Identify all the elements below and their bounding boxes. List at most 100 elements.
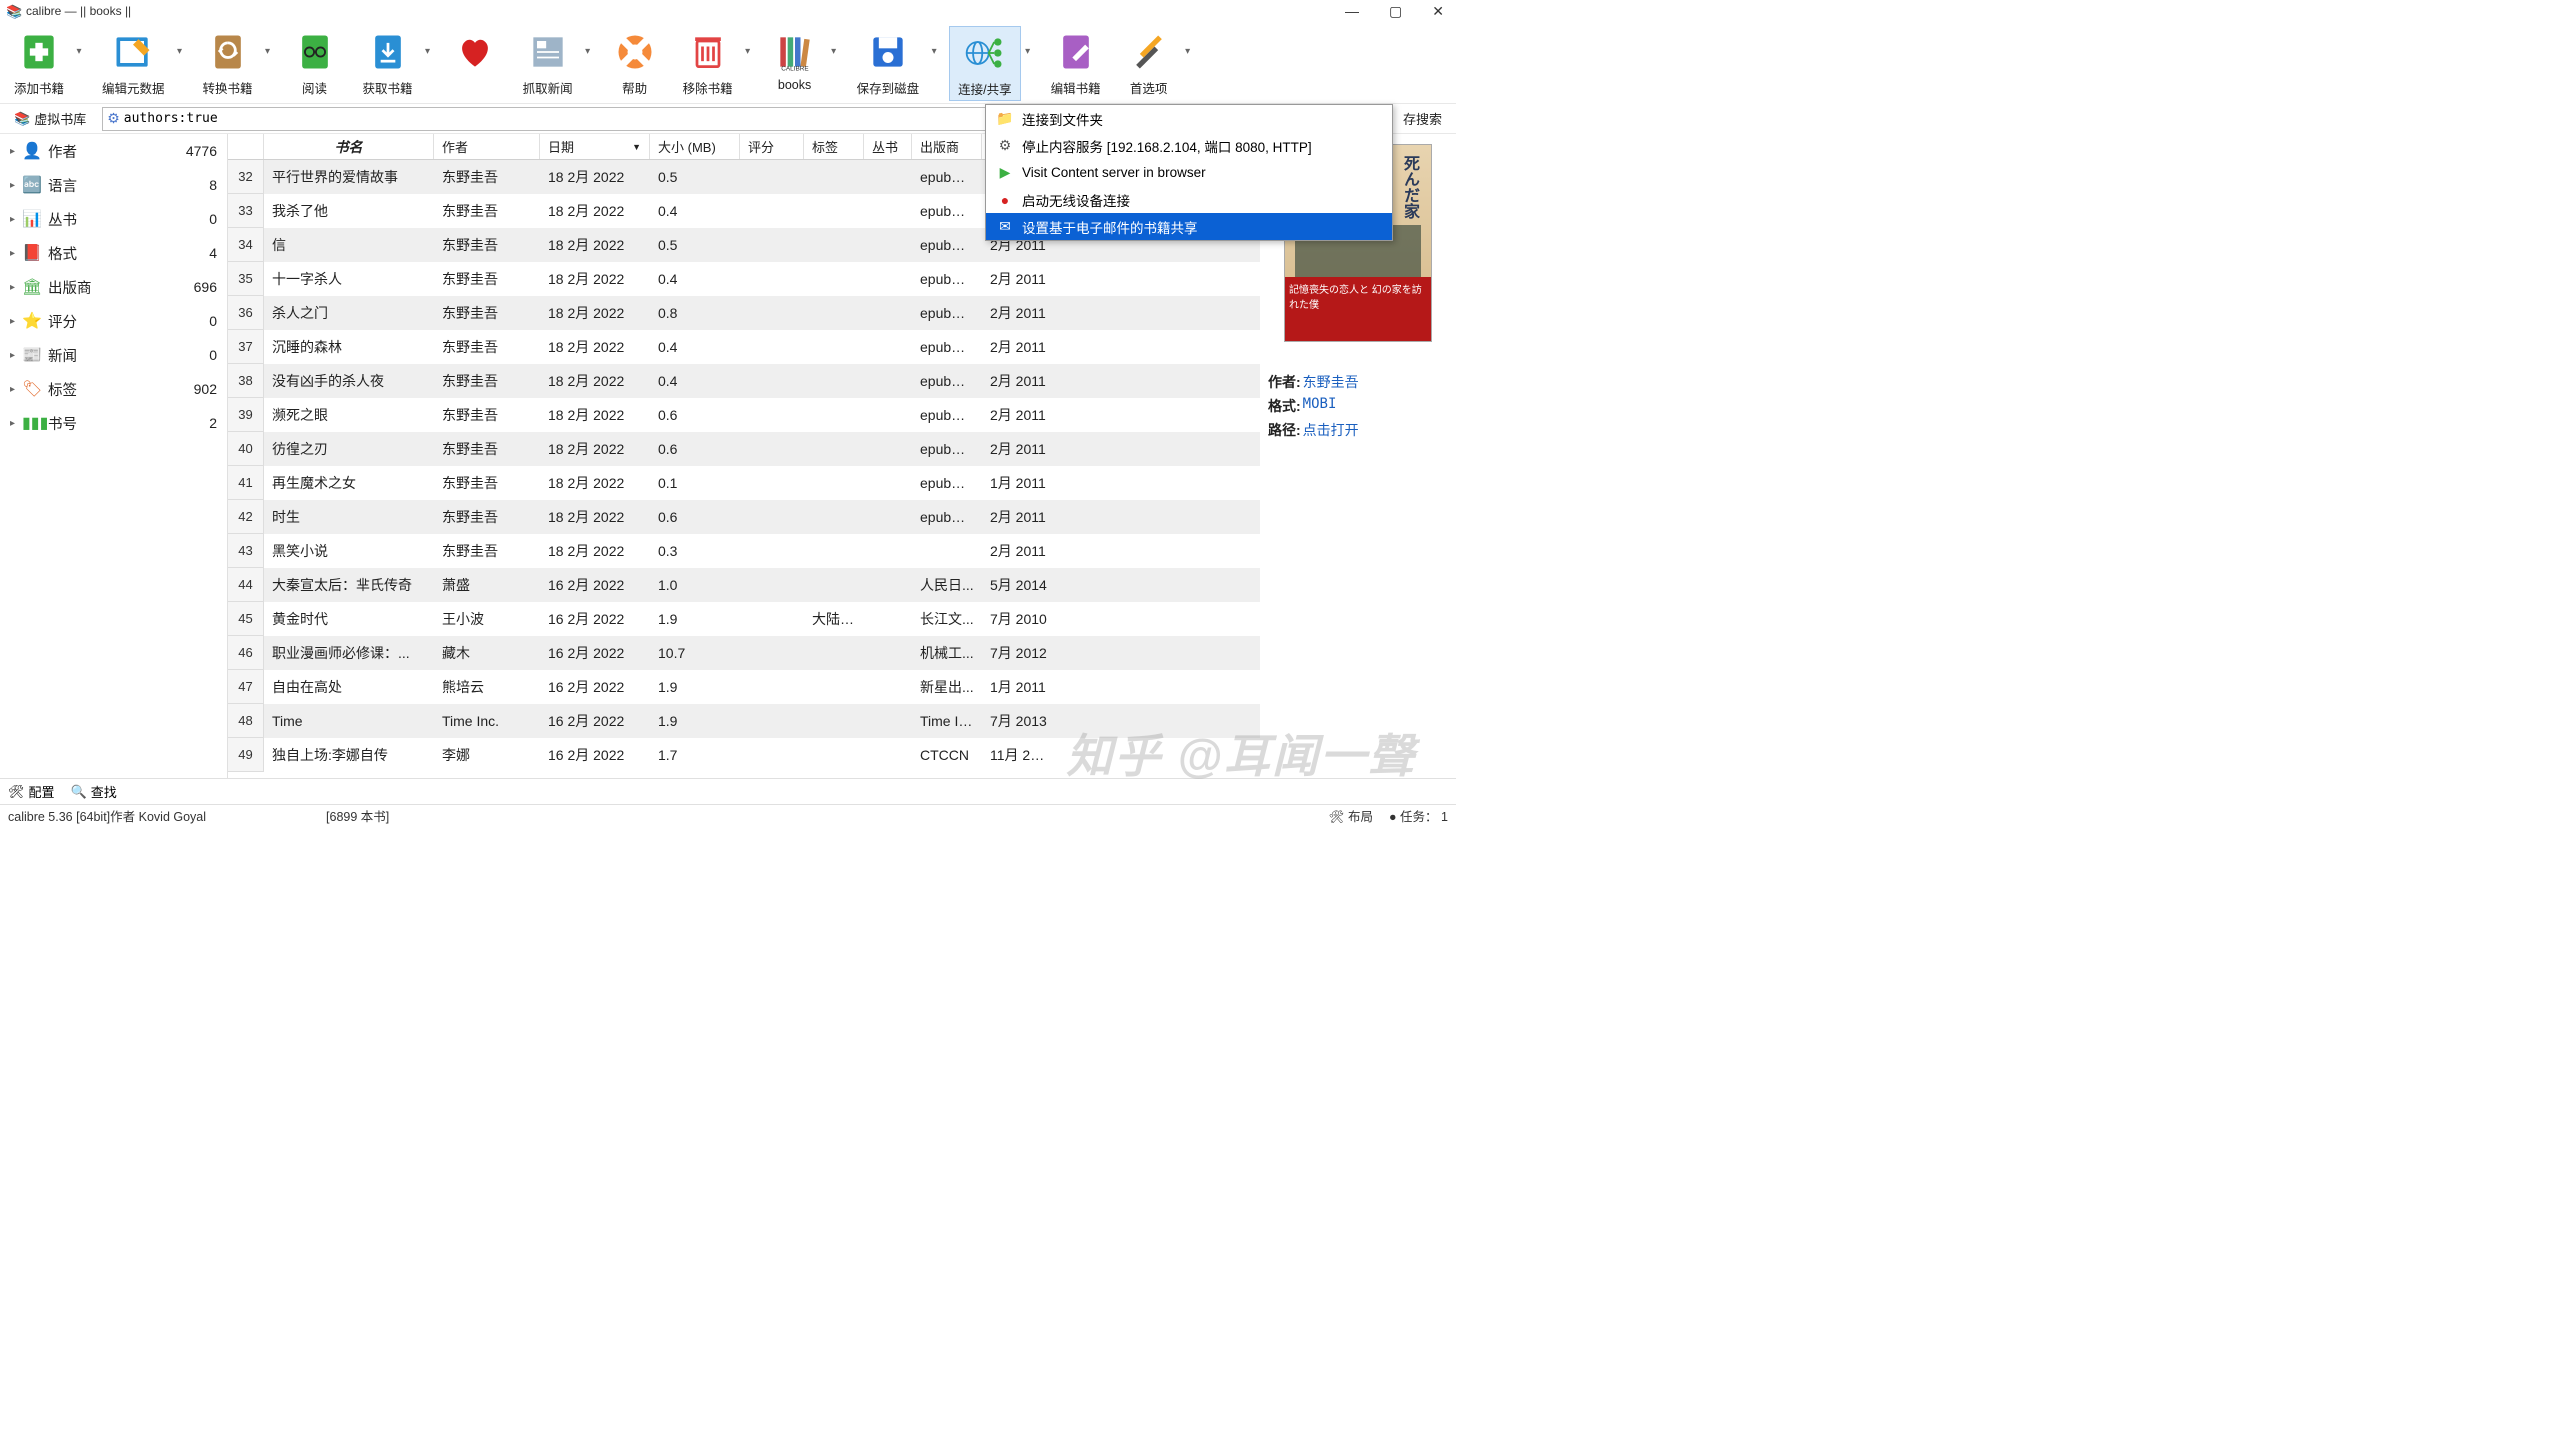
cell-size: 0.5	[650, 237, 740, 253]
cell-date: 16 2月 2022	[540, 575, 650, 595]
expand-icon[interactable]: ▸	[10, 146, 22, 157]
toolbar-移除书籍[interactable]: 移除书籍	[675, 26, 741, 99]
tag-browser-出版商[interactable]: ▸🏛出版商696	[0, 270, 227, 304]
table-row[interactable]: 36杀人之门东野圭吾18 2月 20220.8epub掌...2月 2011	[228, 296, 1260, 330]
column-date[interactable]: 日期▼	[540, 134, 650, 159]
expand-icon[interactable]: ▸	[10, 418, 22, 429]
cell-author: 东野圭吾	[434, 405, 540, 425]
format-link[interactable]: MOBI	[1303, 396, 1337, 416]
tag-browser-格式[interactable]: ▸📕格式4	[0, 236, 227, 270]
table-row[interactable]: 46职业漫画师必修课：...藏木16 2月 202210.7机械工...7月 2…	[228, 636, 1260, 670]
toolbar-dropdown-arrow[interactable]: ▾	[927, 26, 941, 57]
toolbar-dropdown-arrow[interactable]: ▾	[421, 26, 435, 57]
row-number: 40	[228, 432, 264, 466]
cell-author: 藏木	[434, 643, 540, 663]
cell-author: 东野圭吾	[434, 439, 540, 459]
toolbar-dropdown-arrow[interactable]: ▾	[72, 26, 86, 57]
table-row[interactable]: 35十一字杀人东野圭吾18 2月 20220.4epub掌...2月 2011	[228, 262, 1260, 296]
table-row[interactable]: 45黄金时代王小波16 2月 20221.9大陆, ...长江文...7月 20…	[228, 602, 1260, 636]
tag-browser-作者[interactable]: ▸👤作者4776	[0, 134, 227, 168]
expand-icon[interactable]: ▸	[10, 282, 22, 293]
toolbar-编辑书籍[interactable]: 编辑书籍	[1043, 26, 1109, 99]
toolbar-阅读[interactable]: 阅读	[283, 26, 347, 99]
virtual-library-button[interactable]: 📚 虚拟书库	[6, 107, 94, 130]
tag-browser-丛书[interactable]: ▸📊丛书0	[0, 202, 227, 236]
preferences-button[interactable]: 🛠配置	[8, 782, 55, 801]
menu-item[interactable]: ●启动无线设备连接	[986, 186, 1392, 213]
toolbar-dropdown-arrow[interactable]: ▾	[1021, 26, 1035, 57]
menu-item[interactable]: ✉设置基于电子邮件的书籍共享	[986, 213, 1392, 240]
cell-title: 濒死之眼	[264, 405, 434, 425]
toolbar-dropdown-arrow[interactable]: ▾	[1181, 26, 1195, 57]
toolbar-连接/共享[interactable]: 连接/共享	[949, 26, 1020, 101]
menu-item-icon: ▶	[996, 164, 1014, 181]
expand-icon[interactable]: ▸	[10, 214, 22, 225]
expand-icon[interactable]: ▸	[10, 316, 22, 327]
table-row[interactable]: 39濒死之眼东野圭吾18 2月 20220.6epub掌...2月 2011	[228, 398, 1260, 432]
row-number: 35	[228, 262, 264, 296]
table-row[interactable]: 48TimeTime Inc.16 2月 20221.9Time Inc.7月 …	[228, 704, 1260, 738]
column-series[interactable]: 丛书	[864, 134, 912, 159]
toolbar-dropdown-arrow[interactable]: ▾	[581, 26, 595, 57]
column-rating[interactable]: 评分	[740, 134, 804, 159]
toolbar-donate[interactable]	[443, 26, 507, 80]
table-row[interactable]: 41再生魔术之女东野圭吾18 2月 20220.1epub掌...1月 2011	[228, 466, 1260, 500]
search-button[interactable]: 🔍查找	[71, 782, 117, 801]
toolbar-抓取新闻[interactable]: 抓取新闻	[515, 26, 581, 99]
table-row[interactable]: 44大秦宣太后：芈氏传奇萧盛16 2月 20221.0人民日...5月 2014	[228, 568, 1260, 602]
expand-icon[interactable]: ▸	[10, 180, 22, 191]
maximize-button[interactable]: ▢	[1383, 3, 1408, 20]
toolbar-books[interactable]: CALIBREbooks	[763, 26, 827, 94]
expand-icon[interactable]: ▸	[10, 248, 22, 259]
table-row[interactable]: 47自由在高处熊培云16 2月 20221.9新星出...1月 2011	[228, 670, 1260, 704]
table-row[interactable]: 37沉睡的森林东野圭吾18 2月 20220.4epub掌...2月 2011	[228, 330, 1260, 364]
window-title: calibre — || books ||	[26, 4, 1339, 18]
table-row[interactable]: 42时生东野圭吾18 2月 20220.6epub掌...2月 2011	[228, 500, 1260, 534]
tag-browser-标签[interactable]: ▸🏷标签902	[0, 372, 227, 406]
close-button[interactable]: ✕	[1426, 3, 1450, 20]
toolbar-添加书籍[interactable]: 添加书籍	[6, 26, 72, 99]
menu-item[interactable]: ▶Visit Content server in browser	[986, 159, 1392, 186]
column-publisher[interactable]: 出版商	[912, 134, 982, 159]
toolbar-dropdown-arrow[interactable]: ▾	[173, 26, 187, 57]
column-author[interactable]: 作者	[434, 134, 540, 159]
table-row[interactable]: 40彷徨之刃东野圭吾18 2月 20220.6epub掌...2月 2011	[228, 432, 1260, 466]
toolbar-转换书籍[interactable]: 转换书籍	[195, 26, 261, 99]
expand-icon[interactable]: ▸	[10, 384, 22, 395]
author-link[interactable]: 东野圭吾	[1303, 372, 1359, 392]
gear-icon[interactable]: ⚙	[107, 110, 120, 127]
column-rownum[interactable]	[228, 134, 264, 159]
layout-button[interactable]: 🛠 布局	[1329, 806, 1373, 825]
toolbar-dropdown-arrow[interactable]: ▾	[741, 26, 755, 57]
column-tags[interactable]: 标签	[804, 134, 864, 159]
toolbar-dropdown-arrow[interactable]: ▾	[261, 26, 275, 57]
toolbar-帮助[interactable]: 帮助	[603, 26, 667, 99]
category-icon: 🔤	[22, 175, 42, 195]
toolbar-编辑元数据[interactable]: 编辑元数据	[94, 26, 173, 99]
save-search-button[interactable]: 存搜索	[1395, 107, 1450, 130]
tag-browser-新闻[interactable]: ▸📰新闻0	[0, 338, 227, 372]
path-link[interactable]: 点击打开	[1303, 420, 1359, 440]
toolbar-保存到磁盘[interactable]: 保存到磁盘	[849, 26, 928, 99]
jobs-indicator[interactable]: ● 任务： 1	[1389, 806, 1448, 825]
cell-size: 0.4	[650, 339, 740, 355]
tag-browser-书号[interactable]: ▸▮▮▮书号2	[0, 406, 227, 440]
table-row[interactable]: 49独自上场:李娜自传李娜16 2月 20221.7CTCCN11月 2013	[228, 738, 1260, 772]
column-title[interactable]: 书名	[264, 134, 434, 159]
menu-item[interactable]: ⚙停止内容服务 [192.168.2.104, 端口 8080, HTTP]	[986, 132, 1392, 159]
expand-icon[interactable]: ▸	[10, 350, 22, 361]
table-row[interactable]: 38没有凶手的杀人夜东野圭吾18 2月 20220.4epub掌...2月 20…	[228, 364, 1260, 398]
toolbar-dropdown-arrow[interactable]: ▾	[827, 26, 841, 57]
cell-publisher: Time Inc.	[912, 713, 982, 729]
toolbar-获取书籍[interactable]: 获取书籍	[355, 26, 421, 99]
table-row[interactable]: 43黑笑小说东野圭吾18 2月 20220.32月 2011	[228, 534, 1260, 568]
tag-browser-语言[interactable]: ▸🔤语言8	[0, 168, 227, 202]
minimize-button[interactable]: —	[1339, 3, 1365, 20]
menu-item[interactable]: 📁连接到文件夹	[986, 105, 1392, 132]
connect-share-menu: 📁连接到文件夹⚙停止内容服务 [192.168.2.104, 端口 8080, …	[985, 104, 1393, 241]
category-icon: ⭐	[22, 311, 42, 331]
column-size[interactable]: 大小 (MB)	[650, 134, 740, 159]
tag-browser-评分[interactable]: ▸⭐评分0	[0, 304, 227, 338]
toolbar-首选项[interactable]: 首选项	[1117, 26, 1181, 99]
cell-pubdate: 5月 2014	[982, 575, 1058, 595]
